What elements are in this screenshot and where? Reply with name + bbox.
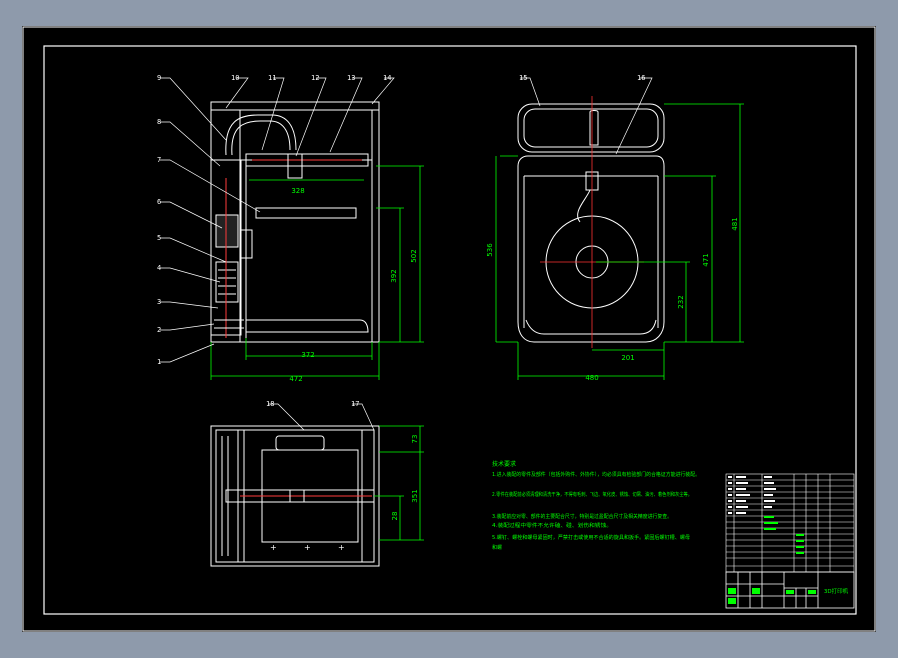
dim-front-inner-top: 328	[291, 187, 304, 195]
part-label-14: 14	[383, 74, 391, 82]
dim-side-center-width: 201	[621, 354, 634, 362]
part-label-17: 17	[351, 400, 359, 408]
dim-side-center-height: 232	[677, 295, 685, 308]
part-label-15: 15	[519, 74, 527, 82]
note-4: 4.装配过程中零件不允许磕、碰、划伤和锈蚀。	[492, 522, 612, 529]
svg-text:+: +	[338, 543, 345, 552]
part-label-12: 12	[311, 74, 319, 82]
svg-text:+: +	[270, 543, 277, 552]
dim-top-1: 73	[411, 435, 419, 444]
title-block-drawing-name: 3D打印机	[824, 587, 849, 595]
cad-viewport: 328 372 472 392 502 1 2 3 4 5 6 7 8 9 10…	[0, 0, 898, 658]
part-label-13: 13	[347, 74, 355, 82]
dim-top-3: 28	[391, 512, 399, 521]
part-label-7: 7	[157, 156, 161, 164]
part-label-5: 5	[157, 234, 161, 242]
part-label-1: 1	[157, 358, 161, 366]
part-label-8: 8	[157, 118, 161, 126]
note-3: 3.装配前应对零、部件的主要配合尺寸，特别是过盈配合尺寸及相关精度进行复查。	[492, 513, 672, 520]
dim-side-height-2: 481	[731, 217, 739, 230]
part-label-18: 18	[266, 400, 274, 408]
dim-front-height-1: 392	[390, 269, 398, 282]
note-5-tail: 和螺	[492, 544, 502, 551]
drawing-sheet	[22, 26, 876, 632]
dim-side-height-1: 471	[702, 253, 710, 266]
dim-top-2: 351	[411, 489, 419, 502]
part-label-11: 11	[268, 74, 276, 82]
note-1: 1.进入装配的零件及部件（包括外购件、外协件），均必须具有检验部门的合格证方能进…	[492, 471, 700, 478]
part-label-4: 4	[157, 264, 161, 272]
notes-title: 技术要求	[492, 460, 516, 468]
note-2: 2.零件在装配前必须清理和清洗干净，不得有毛刺、飞边、氧化皮、锈蚀、切屑、油污、…	[492, 491, 692, 498]
part-label-3: 3	[157, 298, 161, 306]
dim-front-overall-width: 472	[289, 375, 302, 383]
part-label-9: 9	[157, 74, 161, 82]
note-5: 5.螺钉、螺栓和螺母紧固时，严禁打击或使用不合适的旋具和扳手。紧固后螺钉槽、螺母	[492, 534, 690, 541]
part-label-16: 16	[637, 74, 645, 82]
part-label-6: 6	[157, 198, 161, 206]
cad-drawing: 328 372 472 392 502 1 2 3 4 5 6 7 8 9 10…	[22, 26, 876, 632]
svg-text:+: +	[304, 543, 311, 552]
dim-front-height-2: 502	[410, 249, 418, 262]
dim-side-overall-width: 480	[585, 374, 598, 382]
part-label-2: 2	[157, 326, 161, 334]
dim-side-left-height: 536	[486, 243, 494, 257]
part-label-10: 10	[231, 74, 239, 82]
dim-front-inner-bottom: 372	[301, 351, 314, 359]
